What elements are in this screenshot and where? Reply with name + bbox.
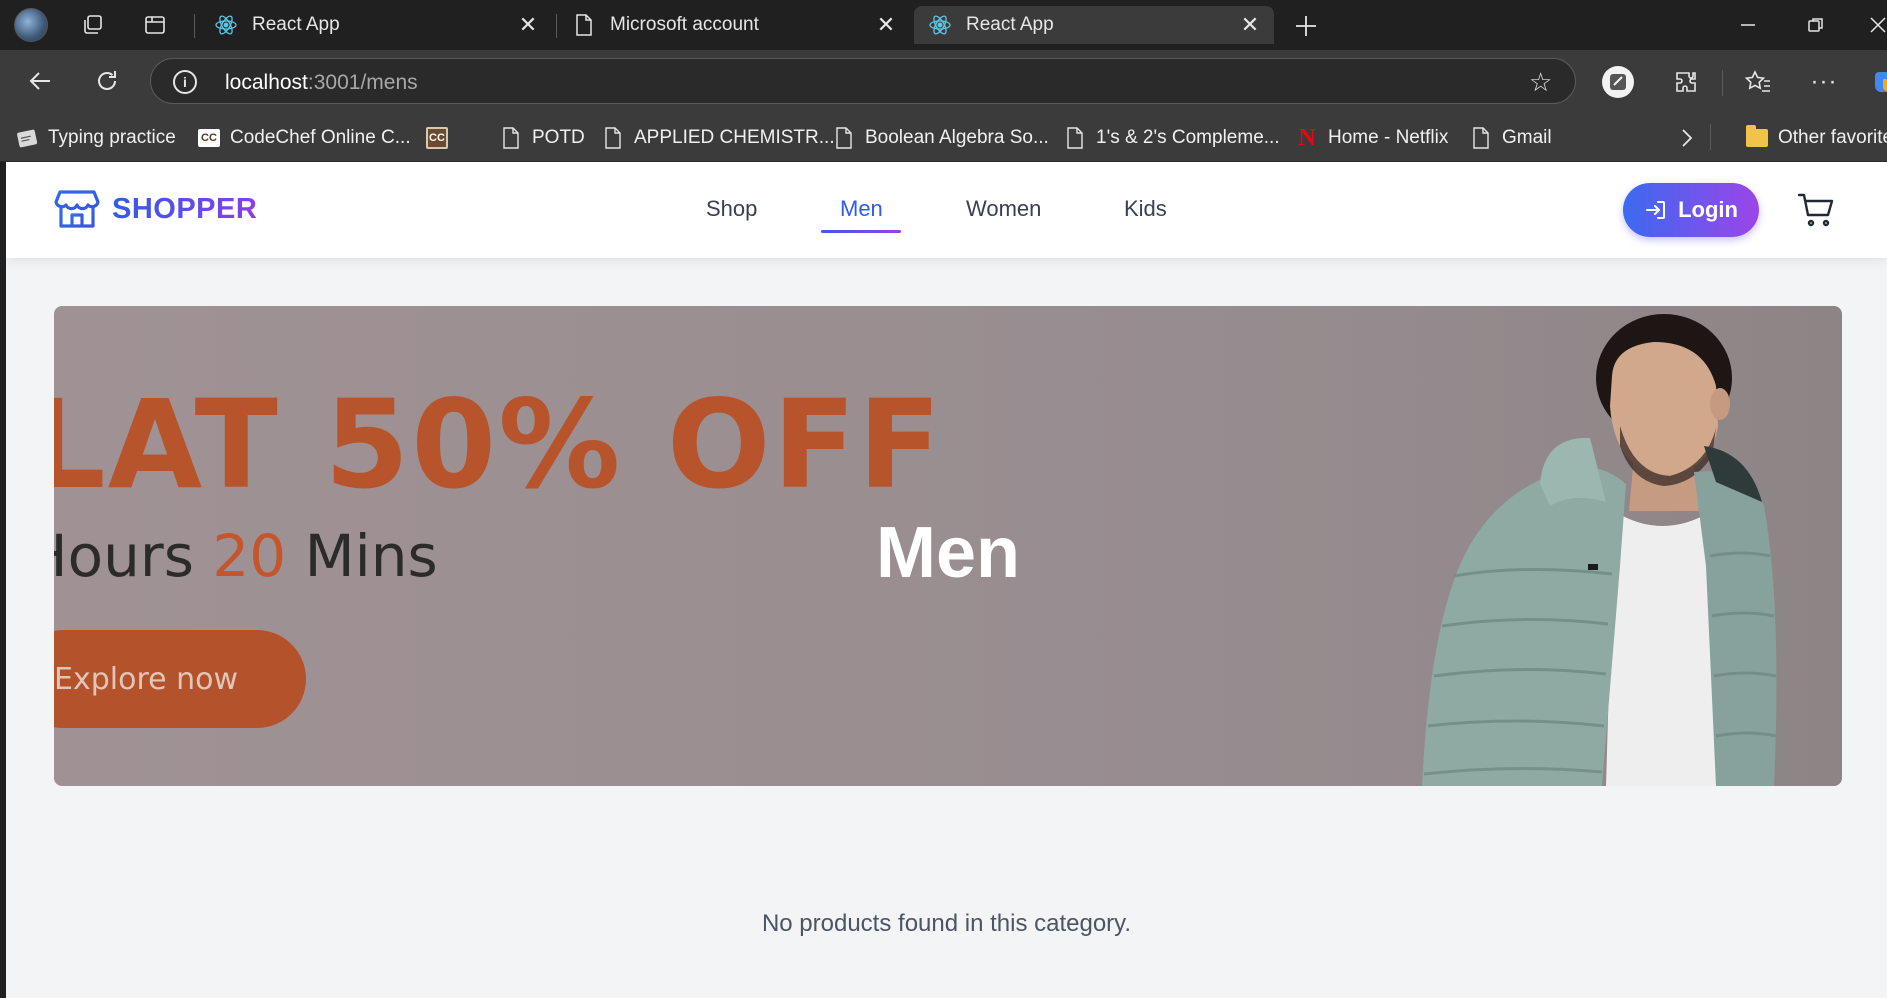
- category-banner: LAT 50% OFF Hours 20 Mins Explore now: [54, 306, 1842, 786]
- codechef-icon: CC: [426, 126, 448, 150]
- close-icon[interactable]: ✕: [514, 11, 542, 39]
- tab-title: Microsoft account: [610, 14, 759, 35]
- copilot-icon[interactable]: [1866, 64, 1887, 100]
- page-icon: [602, 126, 624, 150]
- tab-react-app-active[interactable]: React App ✕: [914, 6, 1274, 44]
- bookmark-label: APPLIED CHEMISTR...: [634, 127, 835, 148]
- nav-link-women[interactable]: Women: [966, 196, 1041, 222]
- active-nav-indicator: [821, 230, 901, 233]
- store-icon: [54, 186, 100, 232]
- profile-avatar[interactable]: [14, 8, 48, 42]
- address-bar[interactable]: i localhost:3001/mens ☆: [150, 58, 1576, 104]
- page-icon: [833, 126, 855, 150]
- page-viewport: SHOPPER Shop Men Women Kids Login LAT 50…: [6, 162, 1887, 998]
- bookmark-codechef-2[interactable]: CC: [426, 124, 458, 152]
- browser-toolbar: i localhost:3001/mens ☆ ···: [0, 50, 1887, 112]
- bookmark-boolean-algebra[interactable]: Boolean Algebra So...: [833, 124, 1049, 152]
- bookmark-label: Home - Netflix: [1328, 127, 1449, 148]
- login-button[interactable]: Login: [1623, 183, 1759, 237]
- site-info-icon[interactable]: i: [173, 70, 197, 94]
- bookmark-label: Other favorite: [1778, 127, 1887, 148]
- url-path: :3001/mens: [307, 71, 418, 94]
- bookmark-applied-chemistry[interactable]: APPLIED CHEMISTR...: [602, 124, 835, 152]
- bookmark-label: Typing practice: [48, 127, 176, 148]
- nav-link-men[interactable]: Men: [840, 196, 883, 222]
- bookmark-potd[interactable]: POTD: [500, 124, 585, 152]
- bookmark-netflix[interactable]: N Home - Netflix: [1296, 124, 1448, 152]
- url-host: localhost: [225, 71, 308, 94]
- tab-react-app-1[interactable]: React App ✕: [200, 6, 552, 44]
- react-icon: [214, 13, 238, 37]
- nav-link-kids[interactable]: Kids: [1124, 196, 1167, 222]
- banner-offer-text: LAT 50% OFF: [54, 374, 944, 516]
- minimize-icon[interactable]: [1728, 8, 1768, 42]
- login-label: Login: [1678, 197, 1738, 222]
- more-options-icon[interactable]: ···: [1806, 64, 1842, 100]
- page-icon: [1470, 126, 1492, 150]
- bookmark-label: 1's & 2's Compleme...: [1096, 127, 1280, 148]
- tab-separator: [194, 14, 195, 38]
- tab-title: React App: [966, 14, 1054, 35]
- window-close-icon[interactable]: [1858, 8, 1887, 42]
- favorite-star-icon[interactable]: ☆: [1529, 69, 1555, 95]
- site-header: SHOPPER Shop Men Women Kids Login: [6, 162, 1887, 258]
- bookmark-typing-practice[interactable]: Typing practice: [16, 124, 176, 152]
- bookmarks-bar: Typing practice CC CodeChef Online C... …: [0, 112, 1887, 162]
- extensions-puzzle-icon[interactable]: [1668, 64, 1704, 100]
- browser-tab-strip: React App ✕ Microsoft account ✕ React Ap…: [0, 0, 1887, 50]
- tab-actions-icon[interactable]: [142, 12, 168, 38]
- empty-state-message: No products found in this category.: [761, 910, 1132, 937]
- react-icon: [928, 13, 952, 37]
- bookmark-label: POTD: [532, 127, 585, 148]
- page-icon: [1064, 126, 1086, 150]
- tab-separator: [556, 14, 557, 38]
- back-button[interactable]: [22, 62, 60, 100]
- extension-icon[interactable]: [1600, 64, 1636, 100]
- bookmark-label: Boolean Algebra So...: [865, 127, 1049, 148]
- refresh-button[interactable]: [88, 62, 126, 100]
- tab-title: React App: [252, 14, 340, 35]
- bookmark-label: CodeChef Online C...: [230, 127, 411, 148]
- workspaces-icon[interactable]: [80, 12, 106, 38]
- cart-icon[interactable]: [1796, 190, 1836, 230]
- bookmark-codechef[interactable]: CC CodeChef Online C...: [198, 124, 411, 152]
- typing-icon: [16, 126, 38, 150]
- category-title: Men: [876, 513, 1020, 593]
- folder-icon: [1746, 125, 1768, 150]
- nav-link-shop[interactable]: Shop: [706, 196, 757, 222]
- bookmarks-separator: [1710, 124, 1711, 150]
- address-url: localhost:3001/mens: [225, 71, 418, 95]
- favorites-icon[interactable]: [1740, 64, 1776, 100]
- new-tab-button[interactable]: [1290, 10, 1322, 42]
- tab-microsoft-account[interactable]: Microsoft account ✕: [558, 6, 910, 44]
- toolbar-separator: [1722, 70, 1723, 96]
- close-icon[interactable]: ✕: [1236, 11, 1264, 39]
- bookmark-gmail[interactable]: Gmail: [1470, 124, 1552, 152]
- close-icon[interactable]: ✕: [872, 11, 900, 39]
- bookmark-complement[interactable]: 1's & 2's Compleme...: [1064, 124, 1280, 152]
- page-icon: [572, 13, 596, 37]
- bookmark-other-favorites[interactable]: Other favorite: [1746, 124, 1887, 152]
- site-logo[interactable]: SHOPPER: [54, 186, 257, 232]
- restore-icon[interactable]: [1796, 8, 1836, 42]
- explore-now-button[interactable]: Explore now: [54, 630, 306, 728]
- login-icon: [1644, 198, 1668, 222]
- brand-name: SHOPPER: [112, 192, 258, 225]
- bookmarks-overflow-chevron-icon[interactable]: [1680, 124, 1694, 152]
- netflix-icon: N: [1298, 124, 1316, 151]
- bookmark-label: Gmail: [1502, 127, 1552, 148]
- page-icon: [500, 126, 522, 150]
- codechef-icon: CC: [198, 126, 220, 150]
